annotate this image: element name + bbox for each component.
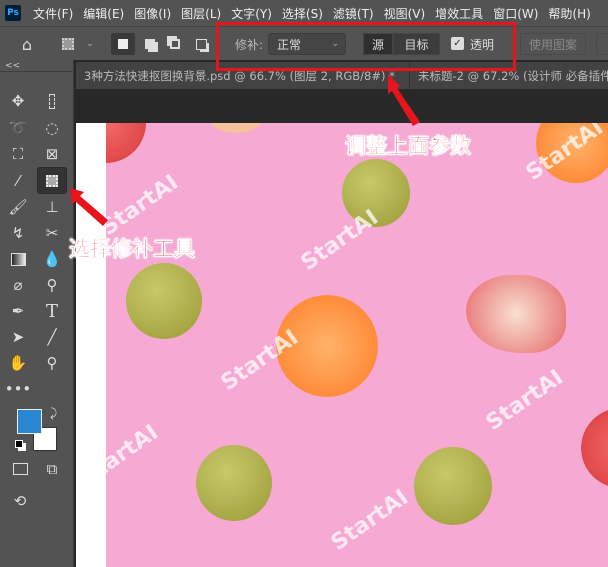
annotation-arrows (70, 74, 420, 226)
arrow-up-icon (388, 74, 420, 126)
annotation-adjust-params: 调整上面参数 (345, 134, 472, 159)
annotation-select-patch: 选择修补工具 (69, 237, 196, 262)
arrow-left-icon (70, 188, 108, 226)
